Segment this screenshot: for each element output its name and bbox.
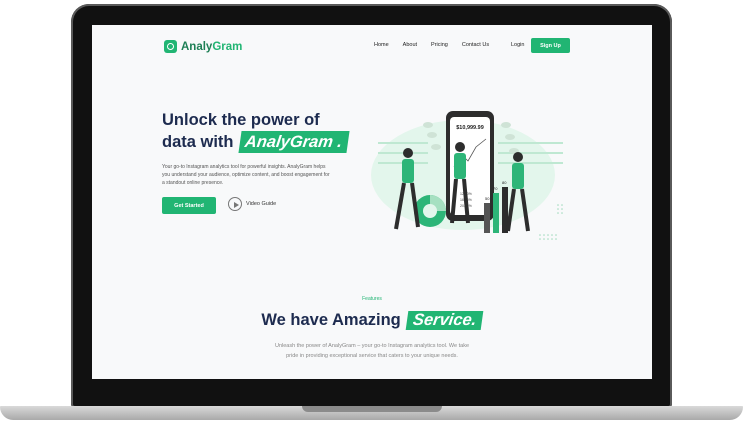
get-started-button[interactable]: Get Started <box>162 197 216 214</box>
play-icon <box>228 197 242 211</box>
logo-text-b: Gram <box>212 40 243 53</box>
hero-title-line1: Unlock the power of <box>162 111 320 129</box>
logo-text-a: Analy <box>181 40 213 53</box>
bar-label-2: 70 <box>493 186 498 191</box>
hero-illustration: $10,999.99 12.50% 16.50% 20.50% 50 70 80 <box>371 111 563 240</box>
hero-description: Your go-to Instagram analytics tool for … <box>162 164 330 186</box>
features-description: Unleash the power of AnalyGram – your go… <box>274 343 470 359</box>
hero-title: Unlock the power of data with AnalyGram … <box>162 109 362 153</box>
hero-brand-chip: AnalyGram . <box>238 131 350 153</box>
main-nav: Home About Pricing Contact Us <box>374 42 503 48</box>
login-link[interactable]: Login <box>511 42 524 48</box>
bar-label-1: 50 <box>485 196 490 201</box>
logo-text: AnalyGram <box>181 41 242 53</box>
nav-link-pricing[interactable]: Pricing <box>431 42 448 48</box>
video-guide-label: Video Guide <box>246 201 277 207</box>
bar-1 <box>484 203 490 233</box>
signup-button[interactable]: Sign Up <box>531 38 570 53</box>
hero-title-prefix: data with <box>162 133 234 151</box>
dot-grid <box>539 204 563 240</box>
laptop-screen: AnalyGram Home About Pricing Contact Us … <box>92 25 652 379</box>
hero-title-line2: data with AnalyGram . <box>162 131 362 153</box>
nav-link-contact[interactable]: Contact Us <box>462 42 489 48</box>
bar-2 <box>493 193 499 233</box>
video-guide-button[interactable]: Video Guide <box>228 197 276 211</box>
logo-icon <box>164 40 177 53</box>
laptop-notch <box>302 406 442 412</box>
features-label: Features <box>362 296 382 302</box>
nav-link-home[interactable]: Home <box>374 42 389 48</box>
features-title-chip: Service. <box>405 311 484 330</box>
phone-amount: $10,999.99 <box>456 125 484 131</box>
brand-logo[interactable]: AnalyGram <box>164 40 242 53</box>
features-title-prefix: We have Amazing <box>261 311 401 329</box>
bar-label-3: 80 <box>502 180 507 185</box>
donut-hole <box>423 204 437 218</box>
features-title: We have Amazing Service. <box>92 311 652 330</box>
nav-link-about[interactable]: About <box>403 42 417 48</box>
